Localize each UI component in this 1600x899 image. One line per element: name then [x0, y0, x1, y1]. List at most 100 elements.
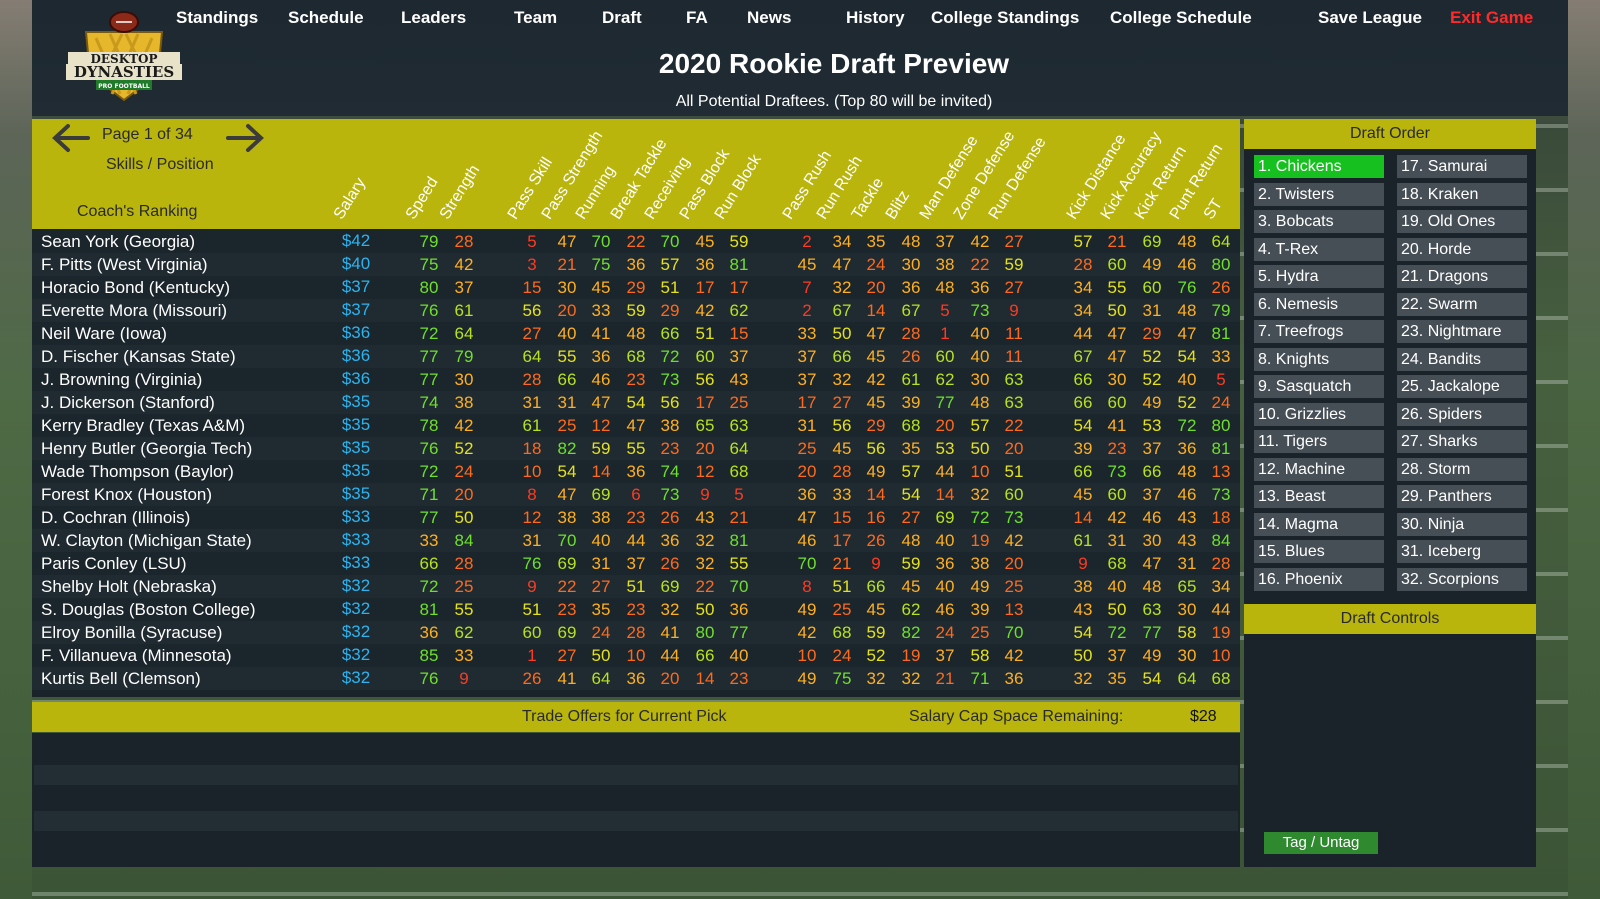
draftee-name[interactable]: Horacio Bond (Kentucky) [41, 278, 230, 298]
table-row[interactable]: Forest Knox (Houston) $35 71 20 8 47 69 6 73 9 5 36… [32, 483, 1240, 506]
draftee-name[interactable]: Kurtis Bell (Clemson) [41, 669, 201, 689]
table-row[interactable]: Wade Thompson (Baylor) $35 72 24 10 54 14 36 74 1… [32, 460, 1240, 483]
column-header-tackle[interactable]: Tackle [849, 175, 888, 223]
rating-tackle: 24 [866, 255, 886, 274]
table-row[interactable]: Henry Butler (Georgia Tech) $35 76 52 18 82 59… [32, 437, 1240, 460]
draft-order-team[interactable]: 5. Hydra [1254, 265, 1384, 288]
draft-order-team[interactable]: 28. Storm [1397, 457, 1527, 481]
draft-order-team[interactable]: 20. Horde [1397, 237, 1527, 261]
draftee-name[interactable]: Everette Mora (Missouri) [41, 301, 227, 321]
coach-ranking-sort[interactable]: Coach's Ranking [77, 203, 197, 221]
draft-order-team[interactable]: 14. Magma [1254, 512, 1384, 536]
draft-order-team[interactable]: 13. Beast [1254, 485, 1384, 508]
skills-position-toggle[interactable]: Skills / Position [106, 156, 214, 174]
rating-kick-return: 53 [1142, 416, 1162, 435]
draft-order-team[interactable]: 1. Chickens [1254, 155, 1384, 178]
table-row[interactable]: D. Fischer (Kansas State) $36 77 79 64 55 36 68… [32, 345, 1240, 368]
draft-order-team[interactable]: 19. Old Ones [1397, 210, 1527, 233]
draftee-name[interactable]: J. Dickerson (Stanford) [41, 393, 215, 413]
nav-draft[interactable]: Draft [602, 8, 642, 28]
nav-college-schedule[interactable]: College Schedule [1110, 8, 1252, 28]
draft-order-team[interactable]: 26. Spiders [1397, 402, 1527, 426]
draftee-name[interactable]: Kerry Bradley (Texas A&M) [41, 416, 245, 436]
table-row[interactable]: J. Dickerson (Stanford) $35 74 38 31 31 47 54 56… [32, 391, 1240, 414]
draft-order-team[interactable]: 22. Swarm [1397, 292, 1527, 316]
draftee-name[interactable]: S. Douglas (Boston College) [41, 600, 256, 620]
table-row[interactable]: J. Browning (Virginia) $36 77 30 28 66 46 23 73 5… [32, 368, 1240, 391]
table-row[interactable]: F. Villanueva (Minnesota) $32 85 33 1 27 50 10 4… [32, 644, 1240, 667]
draft-order-team[interactable]: 17. Samurai [1397, 155, 1527, 178]
draftee-name[interactable]: Neil Ware (Iowa) [41, 324, 167, 344]
draftee-name[interactable]: Forest Knox (Houston) [41, 485, 212, 505]
draftee-name[interactable]: J. Browning (Virginia) [41, 370, 202, 390]
nav-schedule[interactable]: Schedule [288, 8, 364, 28]
draftee-name[interactable]: F. Pitts (West Virginia) [41, 255, 208, 275]
column-header-st[interactable]: ST [1201, 196, 1227, 223]
rating-punt-return: 46 [1177, 485, 1197, 504]
draft-order-team[interactable]: 30. Ninja [1397, 512, 1527, 536]
draft-order-team[interactable]: 9. Sasquatch [1254, 375, 1384, 398]
table-row[interactable]: Neil Ware (Iowa) $36 72 64 27 40 41 48 66 51 15 33 5… [32, 322, 1240, 345]
tag-untag-button[interactable]: Tag / Untag [1264, 832, 1378, 854]
draft-order-team[interactable]: 27. Sharks [1397, 430, 1527, 453]
rating-run-block: 63 [729, 416, 749, 435]
draft-order-team[interactable]: 25. Jackalope [1397, 375, 1527, 398]
nav-college-standings[interactable]: College Standings [931, 8, 1079, 28]
nav-standings[interactable]: Standings [176, 8, 258, 28]
save-league-button[interactable]: Save League [1318, 8, 1422, 28]
draft-order-team[interactable]: 6. Nemesis [1254, 292, 1384, 316]
draft-order-team[interactable]: 3. Bobcats [1254, 210, 1384, 233]
table-row[interactable]: Elroy Bonilla (Syracuse) $32 36 62 60 69 24 28 4… [32, 621, 1240, 644]
nav-fa[interactable]: FA [686, 8, 708, 28]
column-header-salary[interactable]: Salary [331, 175, 370, 223]
draftee-name[interactable]: Henry Butler (Georgia Tech) [41, 439, 252, 459]
nav-news[interactable]: News [747, 8, 791, 28]
draft-order-team[interactable]: 32. Scorpions [1397, 567, 1527, 591]
draftee-name[interactable]: W. Clayton (Michigan State) [41, 531, 252, 551]
column-header-strength[interactable]: Strength [437, 162, 484, 223]
draft-order-team[interactable]: 11. Tigers [1254, 430, 1384, 453]
column-header-blitz[interactable]: Blitz [883, 188, 914, 223]
table-row[interactable]: Everette Mora (Missouri) $37 76 61 56 20 33 59 2… [32, 299, 1240, 322]
draft-order-team[interactable]: 15. Blues [1254, 540, 1384, 563]
draft-order-team[interactable]: 10. Grizzlies [1254, 402, 1384, 426]
table-row[interactable]: W. Clayton (Michigan State) $33 33 84 31 70 40… [32, 529, 1240, 552]
draft-order-team[interactable]: 31. Iceberg [1397, 540, 1527, 563]
table-row[interactable]: Shelby Holt (Nebraska) $32 72 25 9 22 27 51 69 22… [32, 575, 1240, 598]
column-header-speed[interactable]: Speed [403, 174, 443, 223]
draft-order-team[interactable]: 16. Phoenix [1254, 567, 1384, 591]
table-row[interactable]: D. Cochran (Illinois) $33 77 50 12 38 38 23 26 43… [32, 506, 1240, 529]
table-row[interactable]: S. Douglas (Boston College) $32 81 55 51 23 35… [32, 598, 1240, 621]
draftee-name[interactable]: Sean York (Georgia) [41, 232, 195, 252]
draft-order-team[interactable]: 7. Treefrogs [1254, 320, 1384, 343]
draftee-name[interactable]: Elroy Bonilla (Syracuse) [41, 623, 222, 643]
draftee-name[interactable]: Paris Conley (LSU) [41, 554, 187, 574]
table-row[interactable]: Horacio Bond (Kentucky) $37 80 37 15 30 45 29 51… [32, 276, 1240, 299]
table-row[interactable]: Kurtis Bell (Clemson) $32 76 9 26 41 64 36 20 14 2… [32, 667, 1240, 690]
draftee-salary: $33 [341, 530, 371, 549]
draft-order-team[interactable]: 18. Kraken [1397, 182, 1527, 206]
draftee-name[interactable]: D. Fischer (Kansas State) [41, 347, 236, 367]
exit-game-button[interactable]: Exit Game [1450, 8, 1533, 28]
table-row[interactable]: Sean York (Georgia) $42 79 28 5 47 70 22 70 45 59 2… [32, 230, 1240, 253]
draft-order-team[interactable]: 4. T-Rex [1254, 237, 1384, 261]
draft-order-team[interactable]: 24. Bandits [1397, 347, 1527, 371]
draftee-name[interactable]: D. Cochran (Illinois) [41, 508, 190, 528]
draftee-name[interactable]: Shelby Holt (Nebraska) [41, 577, 217, 597]
draft-order-team[interactable]: 23. Nightmare [1397, 320, 1527, 343]
draftee-name[interactable]: Wade Thompson (Baylor) [41, 462, 234, 482]
previous-page-arrow-icon[interactable] [50, 123, 90, 153]
draft-order-team[interactable]: 8. Knights [1254, 347, 1384, 371]
draft-order-team[interactable]: 29. Panthers [1397, 485, 1527, 508]
draft-order-team[interactable]: 12. Machine [1254, 457, 1384, 481]
table-row[interactable]: Kerry Bradley (Texas A&M) $35 78 42 61 25 12 47… [32, 414, 1240, 437]
draftee-name[interactable]: F. Villanueva (Minnesota) [41, 646, 232, 666]
nav-team[interactable]: Team [514, 8, 557, 28]
draft-order-team[interactable]: 21. Dragons [1397, 265, 1527, 288]
table-row[interactable]: F. Pitts (West Virginia) $40 75 42 3 21 75 36 57… [32, 253, 1240, 276]
nav-history[interactable]: History [846, 8, 905, 28]
nav-leaders[interactable]: Leaders [401, 8, 466, 28]
draft-order-team[interactable]: 2. Twisters [1254, 182, 1384, 206]
next-page-arrow-icon[interactable] [226, 123, 266, 153]
table-row[interactable]: Paris Conley (LSU) $33 66 28 76 69 31 37 26 32 55 7… [32, 552, 1240, 575]
